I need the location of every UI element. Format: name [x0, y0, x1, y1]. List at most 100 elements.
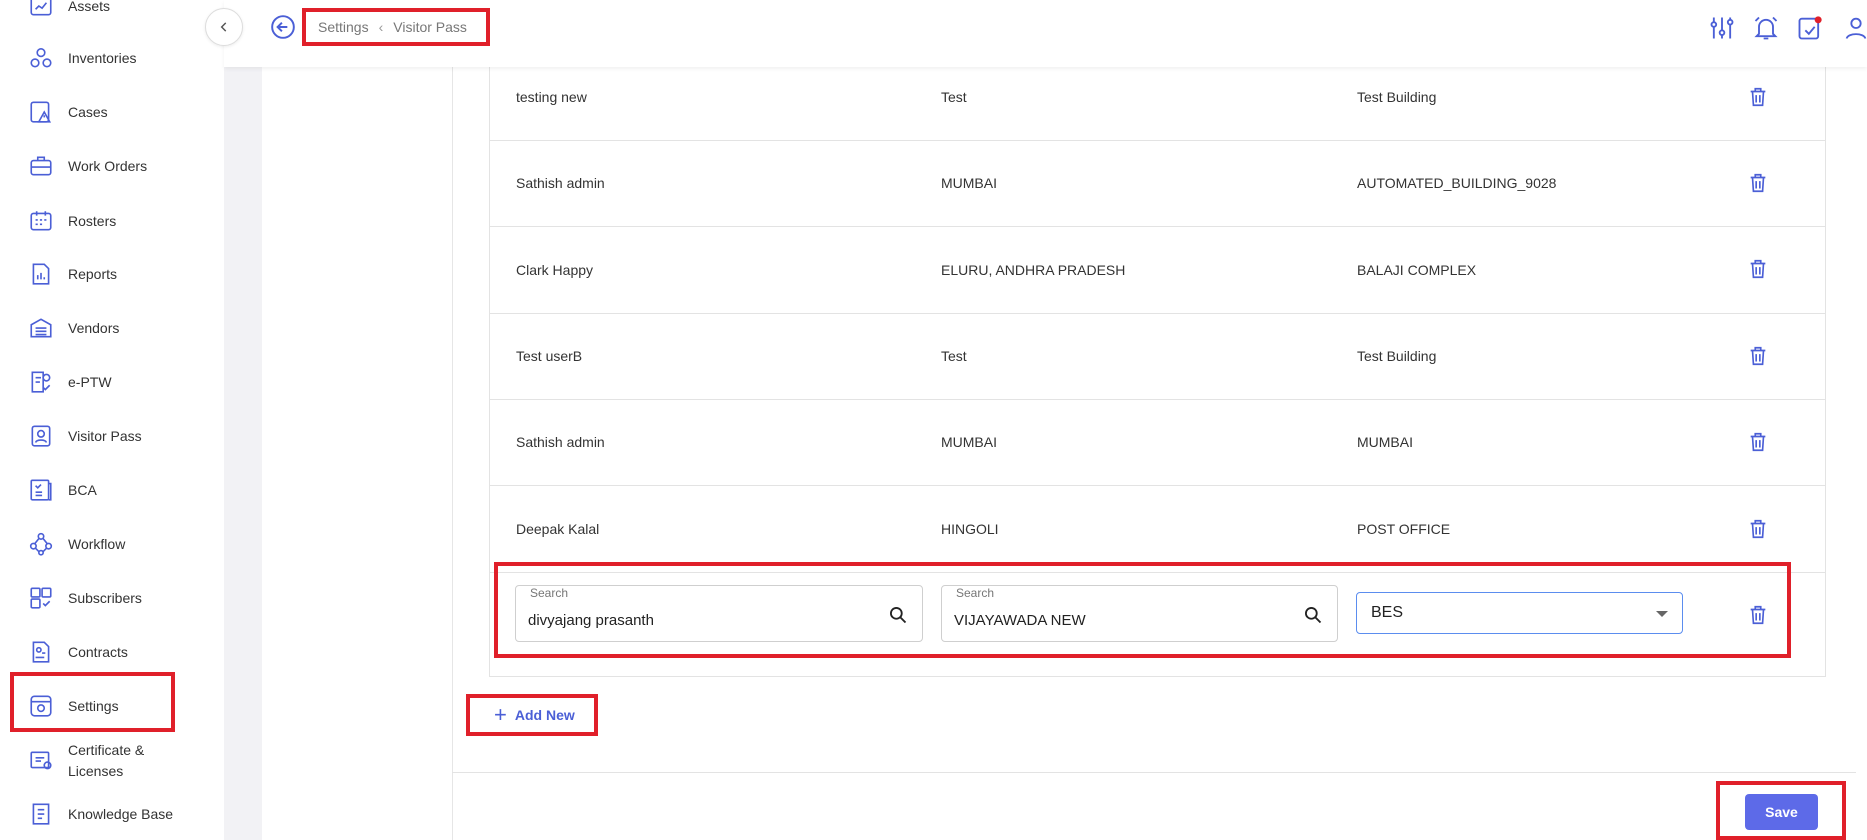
table-row: Clark Happy ELURU, ANDHRA PRADESH BALAJI… — [489, 227, 1826, 314]
assets-icon — [26, 0, 56, 21]
inventories-icon — [26, 43, 56, 73]
sidebar-item-label: Visitor Pass — [68, 427, 142, 444]
cell-location: ELURU, ANDHRA PRADESH — [941, 262, 1126, 278]
sidebar-item-label: Work Orders — [68, 157, 148, 174]
cell-name: Sathish admin — [516, 434, 605, 450]
sidebar-item-label: Inventories — [68, 49, 137, 66]
eptw-icon — [26, 367, 56, 397]
sidebar-item-workflow[interactable]: Workflow — [0, 517, 224, 571]
sidebar-item-label: Rosters — [68, 212, 117, 229]
building-select[interactable]: BES — [1356, 592, 1683, 634]
sidebar-item-label: Reports — [68, 265, 118, 282]
filter-sliders-icon[interactable] — [1708, 14, 1736, 42]
visitor-pass-icon — [26, 421, 56, 451]
cell-location: HINGOLI — [941, 521, 999, 537]
vendors-icon — [26, 313, 56, 343]
add-new-label: Add New — [514, 707, 575, 723]
field-label: Search — [954, 586, 997, 600]
sidebar-item-label: Assets — [68, 0, 111, 14]
sidebar-item-label: BCA — [68, 481, 97, 498]
rosters-icon — [26, 206, 56, 236]
user-search-field[interactable]: Search — [515, 585, 923, 642]
table-row: Sathish admin MUMBAI AUTOMATED_BUILDING_… — [489, 140, 1826, 227]
delete-row-icon[interactable] — [1747, 257, 1769, 281]
chevron-left-icon: ‹ — [378, 19, 384, 35]
back-arrow-icon[interactable] — [270, 14, 296, 40]
sidebar-item-certificate[interactable]: Certificate & Licenses — [0, 733, 224, 789]
building-select-value: BES — [1371, 604, 1404, 621]
knowledge-base-icon — [26, 799, 56, 829]
delete-row-icon[interactable] — [1747, 517, 1769, 541]
header: Settings ‹ Visitor Pass — [224, 0, 1867, 67]
cell-location: MUMBAI — [941, 175, 997, 191]
cell-building: Test Building — [1357, 348, 1437, 364]
sidebar-item-label: Cases — [68, 103, 108, 120]
cell-location: Test — [941, 89, 967, 105]
sidebar-item-visitor-pass[interactable]: Visitor Pass — [0, 409, 224, 463]
cell-location: MUMBAI — [941, 434, 997, 450]
sidebar-item-eptw[interactable]: e-PTW — [0, 355, 224, 409]
delete-row-icon[interactable] — [1747, 430, 1769, 454]
cell-name: testing new — [516, 89, 587, 105]
contracts-icon — [26, 637, 56, 667]
sidebar-item-subscribers[interactable]: Subscribers — [0, 571, 224, 625]
sidebar-item-bca[interactable]: BCA — [0, 463, 224, 517]
search-icon[interactable] — [888, 605, 908, 625]
breadcrumb-settings[interactable]: Settings — [318, 19, 369, 35]
save-button[interactable]: Save — [1745, 794, 1818, 830]
sidebar-item-reports[interactable]: Reports — [0, 247, 224, 301]
delete-row-icon[interactable] — [1747, 85, 1769, 109]
cell-building: POST OFFICE — [1357, 521, 1451, 537]
sidebar-item-vendors[interactable]: Vendors — [0, 301, 224, 355]
sidebar-item-cases[interactable]: Cases — [0, 85, 224, 139]
breadcrumb-current: Visitor Pass — [393, 19, 467, 35]
add-new-button[interactable]: + Add New — [466, 694, 598, 736]
delete-row-icon[interactable] — [1747, 171, 1769, 195]
sidebar-item-rosters[interactable]: Rosters — [0, 194, 224, 248]
sidebar-item-label: Knowledge Base — [68, 805, 174, 822]
cases-icon — [26, 97, 56, 127]
sidebar-item-settings[interactable]: Settings — [0, 679, 224, 733]
location-search-field[interactable]: Search — [941, 585, 1338, 642]
subscribers-icon — [26, 583, 56, 613]
user-profile-icon[interactable] — [1842, 14, 1867, 42]
cell-name: Deepak Kalal — [516, 521, 600, 537]
location-search-input[interactable] — [954, 612, 1270, 629]
delete-row-icon[interactable] — [1747, 603, 1769, 627]
footer-divider — [452, 772, 1856, 773]
table-row: Deepak Kalal HINGOLI POST OFFICE — [489, 486, 1826, 573]
field-label: Search — [528, 586, 571, 600]
sidebar-item-label: Settings — [68, 697, 119, 714]
tasks-notification-icon[interactable] — [1796, 14, 1824, 42]
sidebar-item-label: Subscribers — [68, 589, 142, 606]
delete-row-icon[interactable] — [1747, 344, 1769, 368]
cell-name: Clark Happy — [516, 262, 594, 278]
bca-icon — [26, 475, 56, 505]
reports-icon — [26, 259, 56, 289]
table-row: Sathish admin MUMBAI MUMBAI — [489, 399, 1826, 486]
settings-icon — [26, 691, 56, 721]
search-icon[interactable] — [1303, 605, 1323, 625]
table-row: testing new Test Test Building — [489, 54, 1826, 141]
alarm-bell-icon[interactable] — [1752, 14, 1780, 42]
chevron-left-icon — [220, 22, 227, 32]
sidebar-item-label: Contracts — [68, 643, 128, 660]
sidebar-item-contracts[interactable]: Contracts — [0, 625, 224, 679]
sidebar-item-label: e-PTW — [68, 373, 112, 390]
work-orders-icon — [26, 151, 56, 181]
sidebar-item-inventories[interactable]: Inventories — [0, 31, 224, 85]
cell-name: Sathish admin — [516, 175, 605, 191]
sidebar-item-knowledge-base[interactable]: Knowledge Base — [0, 787, 224, 840]
collapse-sidebar-button[interactable] — [205, 8, 243, 46]
workflow-icon — [26, 529, 56, 559]
sidebar-item-label: Workflow — [68, 535, 126, 552]
cell-name: Test userB — [516, 348, 583, 364]
breadcrumb: Settings ‹ Visitor Pass — [302, 8, 490, 46]
sidebar-item-work-orders[interactable]: Work Orders — [0, 139, 224, 193]
user-search-input[interactable] — [528, 612, 853, 629]
sidebar-item-label: Vendors — [68, 319, 120, 336]
cell-building: MUMBAI — [1357, 434, 1413, 450]
sidebar-item-assets[interactable]: Assets — [0, 0, 224, 33]
cell-building: AUTOMATED_BUILDING_9028 — [1357, 175, 1557, 191]
sidebar-item-label: Certificate & Licenses — [68, 742, 145, 779]
